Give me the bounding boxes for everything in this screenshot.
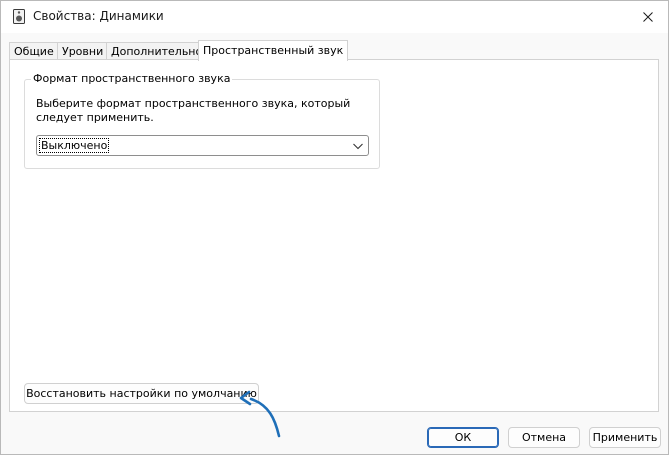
tab-advanced[interactable]: Дополнительно — [106, 42, 208, 60]
restore-defaults-button[interactable]: Восстановить настройки по умолчанию — [24, 383, 259, 404]
title-bar[interactable]: Свойства: Динамики — [1, 1, 668, 33]
tab-spatial-sound[interactable]: Пространственный звук — [198, 40, 349, 61]
spatial-format-selected-value: Выключено — [38, 138, 110, 153]
tab-levels[interactable]: Уровни — [57, 42, 109, 60]
speaker-icon — [13, 9, 25, 24]
cancel-button[interactable]: Отмена — [508, 427, 580, 448]
window-title: Свойства: Динамики — [33, 9, 164, 23]
close-button[interactable] — [628, 1, 668, 33]
curved-arrow-icon — [239, 390, 281, 438]
tab-panel-spatial-sound: Формат пространственного звука Выберите … — [9, 59, 659, 412]
spatial-format-group-title: Формат пространственного звука — [31, 72, 233, 85]
apply-button[interactable]: Применить — [589, 427, 661, 448]
spatial-format-select[interactable]: Выключено — [36, 135, 369, 156]
spatial-format-group: Формат пространственного звука Выберите … — [24, 72, 380, 169]
properties-window: Свойства: Динамики Общие Уровни Дополнит… — [0, 0, 669, 455]
spatial-format-description: Выберите формат пространственного звука,… — [36, 97, 351, 124]
ok-button[interactable]: ОК — [427, 427, 499, 448]
tab-general[interactable]: Общие — [9, 42, 59, 60]
chevron-down-icon — [353, 143, 363, 150]
close-icon — [643, 12, 653, 22]
